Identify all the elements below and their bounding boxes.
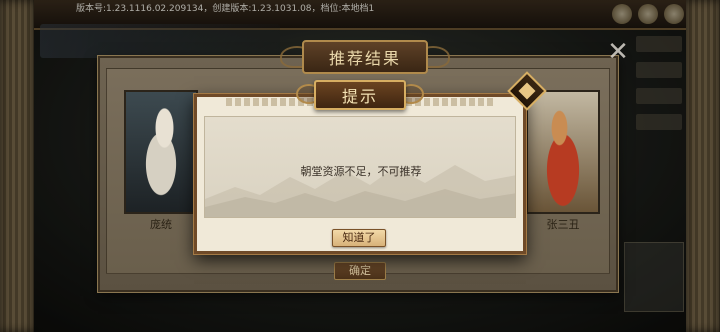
recommend-result-header: 推荐结果: [302, 40, 428, 74]
acknowledge-button[interactable]: 知道了: [332, 229, 386, 247]
confirm-button[interactable]: 确定: [334, 262, 386, 280]
dialog-message: 朝堂资源不足，不可推荐: [300, 165, 422, 178]
dialog-title-plate: 提示: [314, 80, 406, 110]
dialog-title: 提示: [341, 87, 378, 106]
general-name-right: 张三丑: [546, 218, 580, 231]
dialog-message-area: 朝堂资源不足，不可推荐: [204, 116, 516, 218]
general-portrait: [528, 92, 598, 212]
general-name-left: 庞统: [150, 218, 172, 231]
recommend-result-title: 推荐结果: [328, 49, 401, 68]
general-card-left[interactable]: [124, 90, 198, 214]
close-icon[interactable]: ✕: [606, 39, 630, 65]
ink-mountains-illustration: [205, 165, 515, 217]
general-portrait: [126, 92, 196, 212]
general-card-right[interactable]: [526, 90, 600, 214]
